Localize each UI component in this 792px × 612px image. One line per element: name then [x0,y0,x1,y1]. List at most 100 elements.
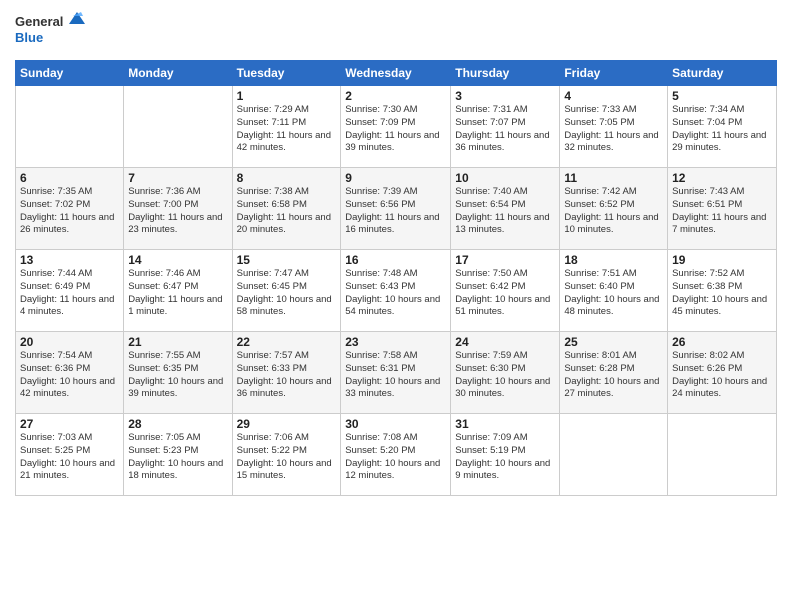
sunset-text: Sunset: 6:54 PM [455,199,525,210]
sunrise-text: Sunrise: 7:30 AM [345,104,417,115]
day-number: 30 [345,417,446,431]
calendar-cell: 8 Sunrise: 7:38 AM Sunset: 6:58 PM Dayli… [232,168,341,250]
sunset-text: Sunset: 6:52 PM [564,199,634,210]
day-info: Sunrise: 7:33 AM Sunset: 7:05 PM Dayligh… [564,104,663,155]
sunset-text: Sunset: 5:22 PM [237,445,307,456]
col-thursday: Thursday [451,61,560,86]
day-info: Sunrise: 8:02 AM Sunset: 6:26 PM Dayligh… [672,350,772,401]
day-number: 19 [672,253,772,267]
daylight-text: Daylight: 11 hours and 39 minutes. [345,130,439,154]
calendar: Sunday Monday Tuesday Wednesday Thursday… [15,60,777,496]
calendar-cell [668,414,777,496]
col-friday: Friday [560,61,668,86]
calendar-cell: 2 Sunrise: 7:30 AM Sunset: 7:09 PM Dayli… [341,86,451,168]
day-number: 12 [672,171,772,185]
calendar-week-row: 20 Sunrise: 7:54 AM Sunset: 6:36 PM Dayl… [16,332,777,414]
calendar-cell: 30 Sunrise: 7:08 AM Sunset: 5:20 PM Dayl… [341,414,451,496]
sunrise-text: Sunrise: 7:42 AM [564,186,636,197]
day-number: 1 [237,89,337,103]
daylight-text: Daylight: 11 hours and 20 minutes. [237,212,331,236]
day-number: 23 [345,335,446,349]
sunrise-text: Sunrise: 7:03 AM [20,432,92,443]
daylight-text: Daylight: 11 hours and 4 minutes. [20,294,114,318]
day-info: Sunrise: 7:43 AM Sunset: 6:51 PM Dayligh… [672,186,772,237]
day-info: Sunrise: 8:01 AM Sunset: 6:28 PM Dayligh… [564,350,663,401]
day-info: Sunrise: 7:05 AM Sunset: 5:23 PM Dayligh… [128,432,227,483]
day-number: 6 [20,171,119,185]
sunset-text: Sunset: 6:36 PM [20,363,90,374]
sunset-text: Sunset: 7:00 PM [128,199,198,210]
daylight-text: Daylight: 10 hours and 9 minutes. [455,458,550,482]
header: General Blue [15,10,777,52]
sunset-text: Sunset: 6:45 PM [237,281,307,292]
sunset-text: Sunset: 6:26 PM [672,363,742,374]
day-number: 14 [128,253,227,267]
sunrise-text: Sunrise: 7:09 AM [455,432,527,443]
sunset-text: Sunset: 7:09 PM [345,117,415,128]
sunrise-text: Sunrise: 7:08 AM [345,432,417,443]
sunrise-text: Sunrise: 7:46 AM [128,268,200,279]
day-info: Sunrise: 7:38 AM Sunset: 6:58 PM Dayligh… [237,186,337,237]
col-wednesday: Wednesday [341,61,451,86]
sunrise-text: Sunrise: 7:58 AM [345,350,417,361]
calendar-cell: 16 Sunrise: 7:48 AM Sunset: 6:43 PM Dayl… [341,250,451,332]
daylight-text: Daylight: 10 hours and 42 minutes. [20,376,115,400]
calendar-cell [16,86,124,168]
calendar-cell [124,86,232,168]
calendar-cell [560,414,668,496]
day-number: 21 [128,335,227,349]
calendar-week-row: 1 Sunrise: 7:29 AM Sunset: 7:11 PM Dayli… [16,86,777,168]
sunset-text: Sunset: 7:11 PM [237,117,307,128]
logo: General Blue [15,10,85,52]
day-info: Sunrise: 7:30 AM Sunset: 7:09 PM Dayligh… [345,104,446,155]
calendar-cell: 29 Sunrise: 7:06 AM Sunset: 5:22 PM Dayl… [232,414,341,496]
daylight-text: Daylight: 10 hours and 15 minutes. [237,458,332,482]
sunset-text: Sunset: 6:47 PM [128,281,198,292]
day-number: 4 [564,89,663,103]
day-number: 15 [237,253,337,267]
calendar-cell: 28 Sunrise: 7:05 AM Sunset: 5:23 PM Dayl… [124,414,232,496]
calendar-cell: 21 Sunrise: 7:55 AM Sunset: 6:35 PM Dayl… [124,332,232,414]
day-number: 18 [564,253,663,267]
sunrise-text: Sunrise: 7:31 AM [455,104,527,115]
day-info: Sunrise: 7:36 AM Sunset: 7:00 PM Dayligh… [128,186,227,237]
calendar-cell: 6 Sunrise: 7:35 AM Sunset: 7:02 PM Dayli… [16,168,124,250]
daylight-text: Daylight: 11 hours and 26 minutes. [20,212,114,236]
day-info: Sunrise: 7:34 AM Sunset: 7:04 PM Dayligh… [672,104,772,155]
day-info: Sunrise: 7:39 AM Sunset: 6:56 PM Dayligh… [345,186,446,237]
day-number: 9 [345,171,446,185]
page: General Blue Sunday Monday Tuesday Wedne… [0,0,792,612]
day-number: 10 [455,171,555,185]
calendar-cell: 1 Sunrise: 7:29 AM Sunset: 7:11 PM Dayli… [232,86,341,168]
sunrise-text: Sunrise: 7:51 AM [564,268,636,279]
day-number: 7 [128,171,227,185]
sunset-text: Sunset: 6:56 PM [345,199,415,210]
day-info: Sunrise: 7:35 AM Sunset: 7:02 PM Dayligh… [20,186,119,237]
daylight-text: Daylight: 10 hours and 18 minutes. [128,458,223,482]
day-info: Sunrise: 7:03 AM Sunset: 5:25 PM Dayligh… [20,432,119,483]
day-info: Sunrise: 7:48 AM Sunset: 6:43 PM Dayligh… [345,268,446,319]
day-number: 17 [455,253,555,267]
col-tuesday: Tuesday [232,61,341,86]
calendar-cell: 11 Sunrise: 7:42 AM Sunset: 6:52 PM Dayl… [560,168,668,250]
calendar-week-row: 27 Sunrise: 7:03 AM Sunset: 5:25 PM Dayl… [16,414,777,496]
sunrise-text: Sunrise: 7:05 AM [128,432,200,443]
sunset-text: Sunset: 6:40 PM [564,281,634,292]
calendar-cell: 7 Sunrise: 7:36 AM Sunset: 7:00 PM Dayli… [124,168,232,250]
sunrise-text: Sunrise: 7:43 AM [672,186,744,197]
sunset-text: Sunset: 6:38 PM [672,281,742,292]
daylight-text: Daylight: 10 hours and 12 minutes. [345,458,440,482]
daylight-text: Daylight: 10 hours and 39 minutes. [128,376,223,400]
daylight-text: Daylight: 10 hours and 58 minutes. [237,294,332,318]
sunrise-text: Sunrise: 7:47 AM [237,268,309,279]
calendar-cell: 15 Sunrise: 7:47 AM Sunset: 6:45 PM Dayl… [232,250,341,332]
calendar-cell: 27 Sunrise: 7:03 AM Sunset: 5:25 PM Dayl… [16,414,124,496]
sunrise-text: Sunrise: 7:35 AM [20,186,92,197]
day-info: Sunrise: 7:47 AM Sunset: 6:45 PM Dayligh… [237,268,337,319]
sunrise-text: Sunrise: 7:59 AM [455,350,527,361]
calendar-cell: 25 Sunrise: 8:01 AM Sunset: 6:28 PM Dayl… [560,332,668,414]
daylight-text: Daylight: 11 hours and 1 minute. [128,294,222,318]
day-info: Sunrise: 7:50 AM Sunset: 6:42 PM Dayligh… [455,268,555,319]
day-info: Sunrise: 7:54 AM Sunset: 6:36 PM Dayligh… [20,350,119,401]
col-sunday: Sunday [16,61,124,86]
